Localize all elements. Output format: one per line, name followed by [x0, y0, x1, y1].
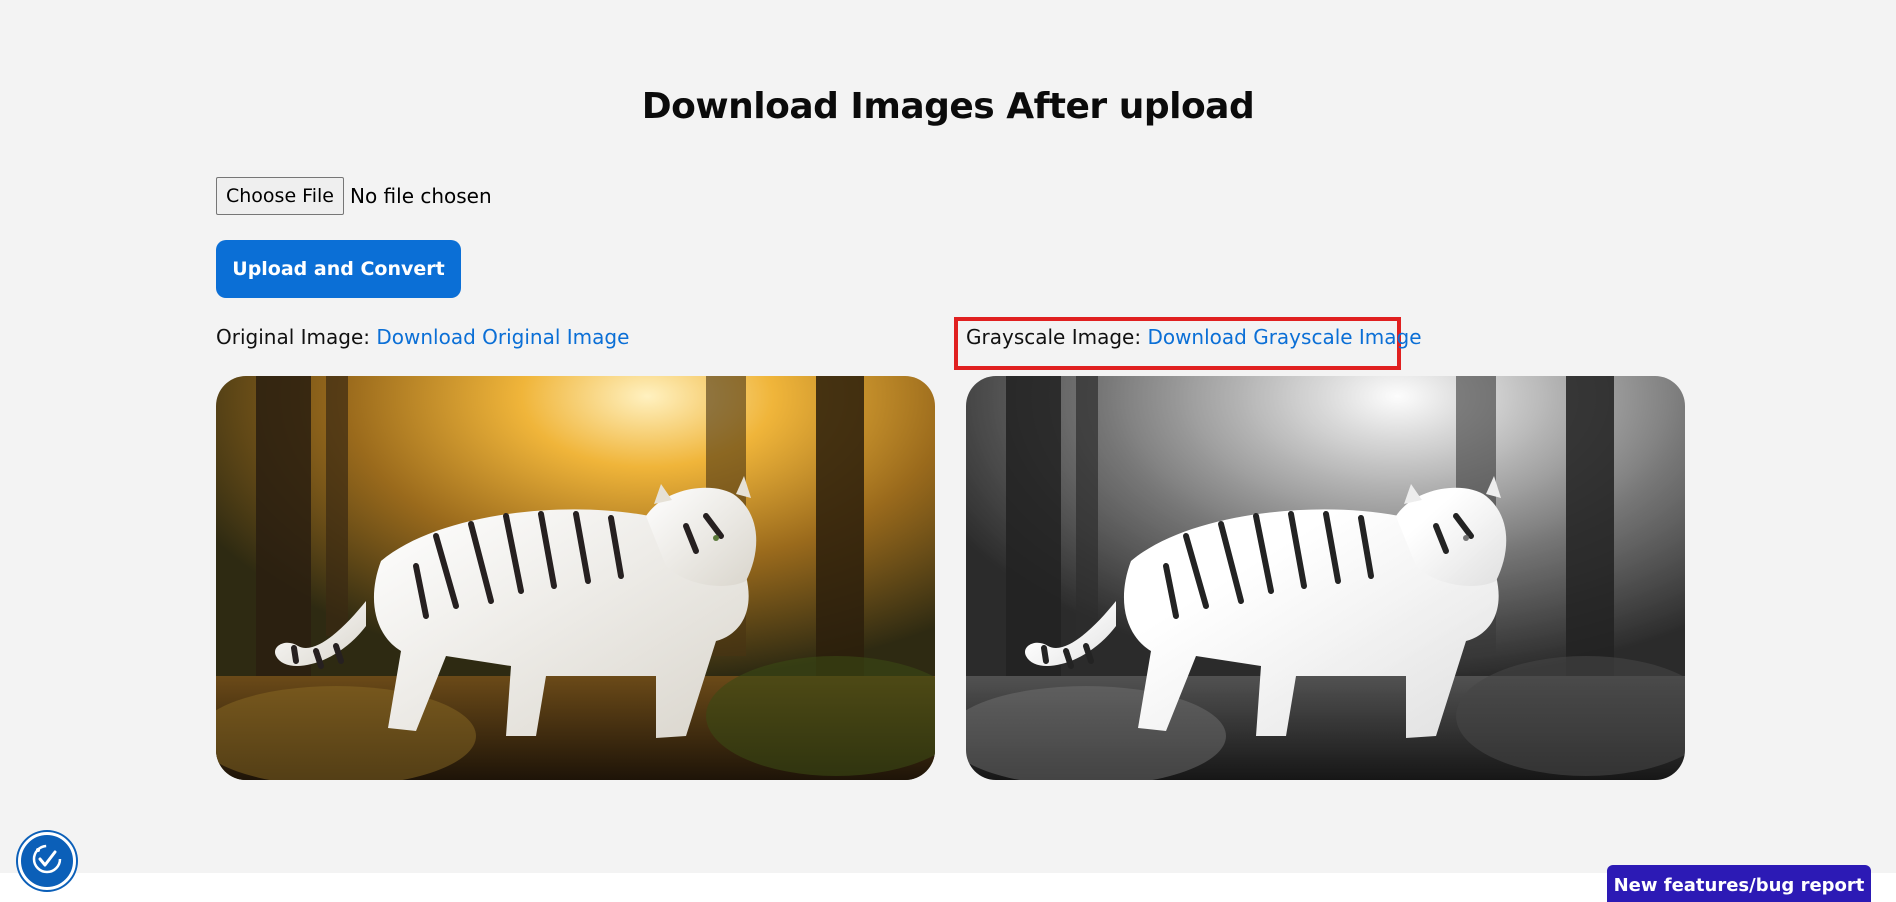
main-content: Download Images After upload Choose File… — [0, 0, 1896, 873]
feedback-button[interactable]: New features/bug report — [1607, 865, 1871, 902]
download-original-link[interactable]: Download Original Image — [376, 325, 629, 349]
file-input[interactable]: Choose File No file chosen — [216, 177, 492, 215]
accessibility-button[interactable] — [18, 832, 76, 890]
original-image-caption: Original Image: — [216, 325, 370, 349]
grayscale-image-label: Grayscale Image: Download Grayscale Imag… — [966, 325, 1422, 349]
download-grayscale-link[interactable]: Download Grayscale Image — [1147, 325, 1421, 349]
grayscale-image-caption: Grayscale Image: — [966, 325, 1142, 349]
grayscale-image — [966, 376, 1685, 780]
original-image — [216, 376, 935, 780]
file-status-text: No file chosen — [349, 184, 492, 208]
upload-and-convert-button[interactable]: Upload and Convert — [216, 240, 461, 298]
choose-file-button[interactable]: Choose File — [216, 177, 344, 215]
original-image-label: Original Image: Download Original Image — [216, 325, 629, 349]
page-title: Download Images After upload — [641, 86, 1255, 127]
accessibility-icon — [29, 841, 65, 881]
